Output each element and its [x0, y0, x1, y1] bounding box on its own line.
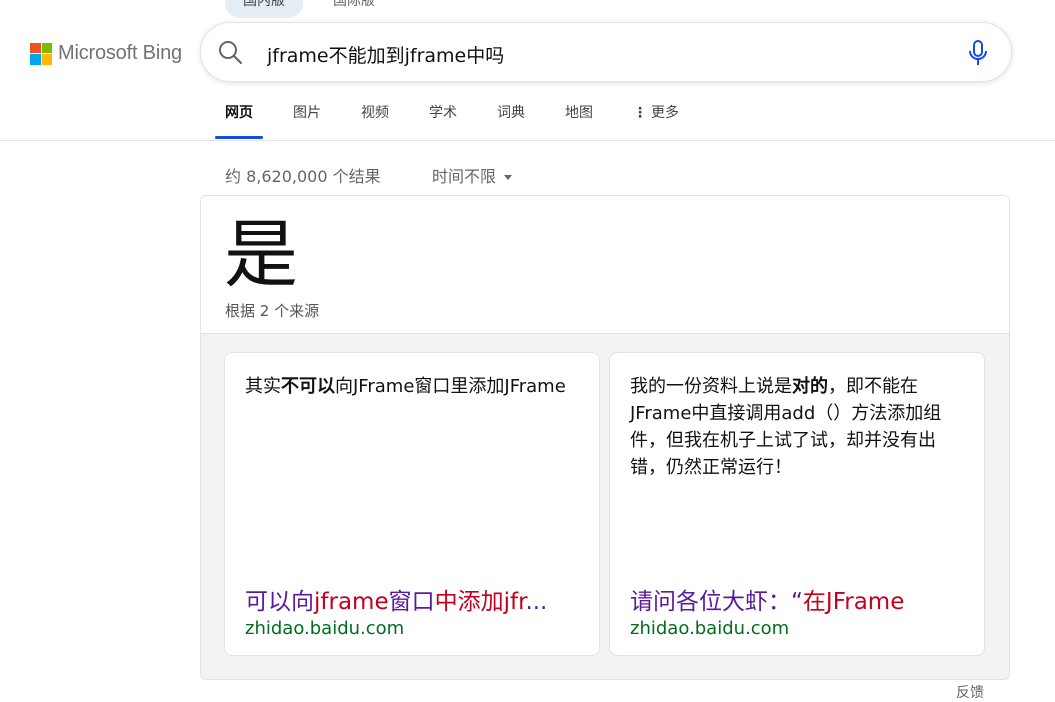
title-part: 可以向 [245, 589, 314, 615]
snippet-part: 向JFrame窗口里添加JFrame [335, 376, 566, 397]
source-snippet: 我的一份资料上说是对的，即不能在JFrame中直接调用add（）方法添加组件，但… [630, 373, 966, 481]
scope-videos[interactable]: 视频 [351, 95, 399, 139]
title-part: 请问各位大虾：“ [630, 589, 803, 615]
logo-square-green [41, 42, 52, 53]
answer-sources: 其实不可以向JFrame窗口里添加JFrame 可以向jframe窗口中添加jf… [201, 333, 1009, 679]
search-icon[interactable] [217, 39, 243, 65]
scope-images[interactable]: 图片 [283, 95, 331, 139]
region-tab-domestic[interactable]: 国内版 [225, 0, 303, 18]
search-input[interactable] [265, 37, 949, 71]
scope-more-label: 更多 [651, 105, 679, 121]
answer-text: 是 [224, 212, 298, 298]
scope-nav: 网页 图片 视频 学术 词典 地图 ⋮ 更多 [215, 95, 709, 139]
result-count: 约 8,620,000 个结果 [225, 167, 381, 186]
microphone-icon[interactable] [967, 39, 989, 67]
region-tab-international[interactable]: 国际版 [315, 0, 393, 18]
title-part: 在JFrame [802, 589, 905, 615]
nav-divider [0, 140, 1055, 141]
source-host: zhidao.baidu.com [630, 618, 790, 639]
scope-web[interactable]: 网页 [215, 95, 263, 139]
title-part: ... [525, 589, 548, 615]
search-box [200, 22, 1012, 82]
caret-down-icon [504, 175, 513, 180]
scope-maps[interactable]: 地图 [555, 95, 603, 139]
title-part: 窗口 [388, 589, 435, 615]
answer-head: 是 根据 2 个来源 [201, 196, 1009, 333]
answer-card: 是 根据 2 个来源 其实不可以向JFrame窗口里添加JFrame 可以向jf… [200, 195, 1010, 680]
logo-square-red [30, 42, 41, 53]
logo-text: Microsoft Bing [58, 42, 182, 64]
scope-academic[interactable]: 学术 [419, 95, 467, 139]
logo-square-blue [30, 54, 41, 65]
microsoft-logo-icon [30, 42, 52, 65]
source-host: zhidao.baidu.com [245, 618, 405, 639]
more-dots-icon: ⋮ [633, 105, 647, 121]
time-filter-label: 时间不限 [432, 167, 497, 186]
source-title-link[interactable]: 请问各位大虾：“在JFrame [630, 587, 970, 617]
time-filter-dropdown[interactable]: 时间不限 [432, 163, 513, 187]
region-tabs: 国内版 国际版 [225, 0, 393, 18]
scope-dictionary[interactable]: 词典 [487, 95, 535, 139]
source-snippet: 其实不可以向JFrame窗口里添加JFrame [245, 373, 581, 400]
logo-square-yellow [41, 54, 52, 65]
snippet-bold: 对的 [792, 376, 828, 397]
answer-source-count: 根据 2 个来源 [225, 302, 320, 320]
source-card[interactable]: 我的一份资料上说是对的，即不能在JFrame中直接调用add（）方法添加组件，但… [609, 352, 985, 656]
title-part: jframe [314, 589, 389, 615]
title-part: 中添加jfr [434, 589, 526, 615]
snippet-part: 其实 [245, 376, 281, 397]
snippet-bold: 不可以 [281, 376, 335, 397]
snippet-part: 我的一份资料上说是 [630, 376, 792, 397]
scope-more[interactable]: ⋮ 更多 [623, 95, 689, 139]
feedback-link[interactable]: 反馈 [956, 682, 984, 702]
bing-logo[interactable]: Microsoft Bing [30, 42, 182, 65]
source-card[interactable]: 其实不可以向JFrame窗口里添加JFrame 可以向jframe窗口中添加jf… [224, 352, 600, 656]
source-title-link[interactable]: 可以向jframe窗口中添加jfr... [245, 587, 585, 617]
